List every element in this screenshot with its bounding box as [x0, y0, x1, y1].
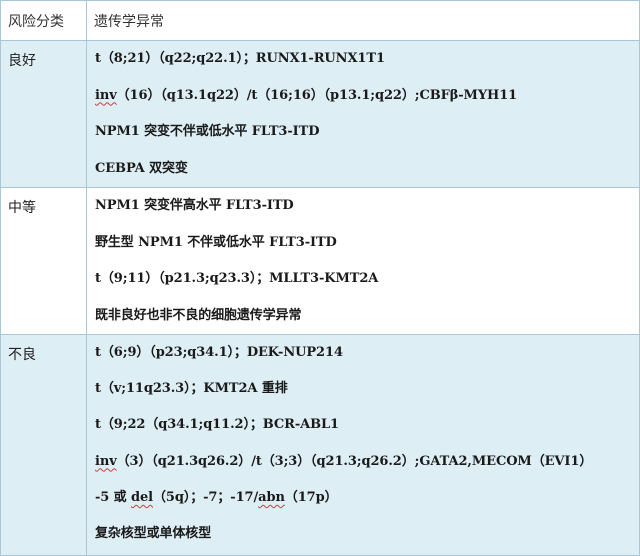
abnormality-list-intermediate: NPM1 突变伴高水平 FLT3-ITD 野生型 NPM1 不伴或低水平 FLT… [86, 187, 640, 335]
list-item: 既非良好也非不良的细胞遗传学异常 [95, 307, 302, 323]
abnormality-list-favorable: t（8;21）（q22;q22.1）；RUNX1-RUNX1T1 inv（16）… [86, 40, 640, 188]
list-item: t（v;11q23.3）；KMT2A 重排 [95, 381, 288, 397]
risk-category-adverse: 不良 [0, 334, 87, 556]
list-item: 野生型 NPM1 不伴或低水平 FLT3-ITD [95, 234, 337, 250]
abnormality-list-adverse: t（6;9）（p23;q34.1）；DEK-NUP214 t（v;11q23.3… [86, 334, 640, 556]
list-item: NPM1 突变伴高水平 FLT3-ITD [95, 198, 294, 213]
list-item: 复杂核型或单体核型 [95, 525, 212, 541]
spellcheck-word: inv [95, 453, 117, 469]
list-item: -5 或 del（5q）；-7；-17/abn（17p） [95, 489, 338, 505]
table-row-favorable: 良好 t（8;21）（q22;q22.1）；RUNX1-RUNX1T1 inv（… [0, 40, 640, 188]
risk-category-intermediate: 中等 [0, 187, 87, 335]
list-item: NPM1 突变不伴或低水平 FLT3-ITD [95, 124, 320, 139]
table-header-row: 风险分类 遗传学异常 [0, 0, 640, 41]
spellcheck-word: inv [95, 87, 117, 103]
list-item: CEBPA 双突变 [95, 160, 188, 176]
table-row-adverse: 不良 t（6;9）（p23;q34.1）；DEK-NUP214 t（v;11q2… [0, 334, 640, 556]
list-item: t（8;21）（q22;q22.1）；RUNX1-RUNX1T1 [95, 51, 385, 66]
list-item: t（9;22（q34.1;q11.2）；BCR-ABL1 [95, 417, 339, 433]
spellcheck-word: abn [258, 489, 285, 505]
list-item: inv（16）（q13.1q22）/t（16;16）（p13.1;q22）;CB… [95, 87, 518, 103]
spellcheck-word: del [131, 489, 153, 505]
header-genetic-abnormality: 遗传学异常 [86, 0, 640, 41]
list-item: t（9;11）（p21.3;q23.3）；MLLT3-KMT2A [95, 271, 379, 286]
header-risk-category: 风险分类 [0, 0, 87, 41]
list-item: t（6;9）（p23;q34.1）；DEK-NUP214 [95, 345, 343, 360]
table-row-intermediate: 中等 NPM1 突变伴高水平 FLT3-ITD 野生型 NPM1 不伴或低水平 … [0, 187, 640, 335]
risk-category-favorable: 良好 [0, 40, 87, 188]
list-item: inv（3）（q21.3q26.2）/t（3;3）（q21.3;q26.2）;G… [95, 453, 593, 469]
risk-classification-table: 风险分类 遗传学异常 良好 t（8;21）（q22;q22.1）；RUNX1-R… [0, 0, 640, 556]
